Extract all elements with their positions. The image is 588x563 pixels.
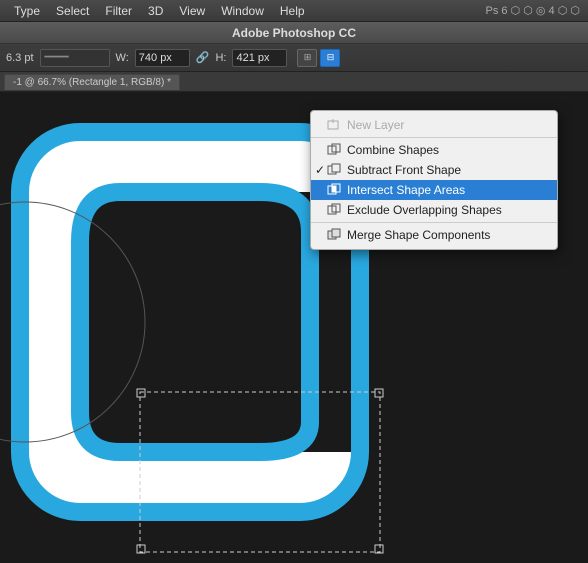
combine-shapes-label: Combine Shapes xyxy=(347,143,439,157)
height-input[interactable] xyxy=(232,49,287,67)
menu-view[interactable]: View xyxy=(173,2,211,20)
menu-type[interactable]: Type xyxy=(8,2,46,20)
merge-icon xyxy=(327,228,341,242)
menu-separator-2 xyxy=(311,222,557,223)
subtract-label: Subtract Front Shape xyxy=(347,163,461,177)
tab-area: -1 @ 66.7% (Rectangle 1, RGB/8) * xyxy=(0,72,588,92)
app-title: Adobe Photoshop CC xyxy=(232,26,356,40)
menu-select[interactable]: Select xyxy=(50,2,95,20)
intersect-icon xyxy=(327,183,341,197)
menu-item-new-layer[interactable]: New Layer xyxy=(311,115,557,135)
subtract-icon xyxy=(327,163,341,177)
check-mark: ✓ xyxy=(315,163,325,177)
title-bar: Adobe Photoshop CC xyxy=(0,22,588,44)
menu-bar: Type Select Filter 3D View Window Help P… xyxy=(0,0,588,22)
menu-help[interactable]: Help xyxy=(274,2,311,20)
document-tab[interactable]: -1 @ 66.7% (Rectangle 1, RGB/8) * xyxy=(4,74,180,90)
tab-label: -1 @ 66.7% (Rectangle 1, RGB/8) * xyxy=(13,77,171,88)
h-label: H: xyxy=(215,52,226,64)
w-label: W: xyxy=(116,52,129,64)
size-label: 6.3 pt xyxy=(6,52,34,64)
menu-window[interactable]: Window xyxy=(215,2,270,20)
shape-mode-button[interactable]: ⊟ xyxy=(320,49,340,67)
canvas-area: -1 @ 66.7% (Rectangle 1, RGB/8) * xyxy=(0,72,588,563)
new-layer-label: New Layer xyxy=(347,118,404,132)
dropdown-menu: New Layer Combine Shapes ✓ Subtract Fron… xyxy=(310,110,558,250)
menu-separator-1 xyxy=(311,137,557,138)
exclude-icon xyxy=(327,203,341,217)
menu-item-merge-shape-components[interactable]: Merge Shape Components xyxy=(311,225,557,245)
intersect-label: Intersect Shape Areas xyxy=(347,183,465,197)
new-layer-icon xyxy=(327,118,341,132)
menu-item-exclude-overlapping-shapes[interactable]: Exclude Overlapping Shapes xyxy=(311,200,557,220)
menu-filter[interactable]: Filter xyxy=(99,2,138,20)
merge-label: Merge Shape Components xyxy=(347,228,490,242)
link-icon: 🔗 xyxy=(196,51,210,64)
menu-3d[interactable]: 3D xyxy=(142,2,169,20)
width-input[interactable] xyxy=(135,49,190,67)
menu-item-intersect-shape-areas[interactable]: Intersect Shape Areas xyxy=(311,180,557,200)
menu-item-combine-shapes[interactable]: Combine Shapes xyxy=(311,140,557,160)
options-bar: 6.3 pt ━━━━ W: 🔗 H: ⊞ ⊟ xyxy=(0,44,588,72)
combine-shapes-icon xyxy=(327,143,341,157)
exclude-label: Exclude Overlapping Shapes xyxy=(347,203,502,217)
menu-item-subtract-front-shape[interactable]: ✓ Subtract Front Shape xyxy=(311,160,557,180)
ps-icon: Ps 6 ⬡ ⬡ ◎ 4 ⬡ ⬡ xyxy=(486,4,580,17)
